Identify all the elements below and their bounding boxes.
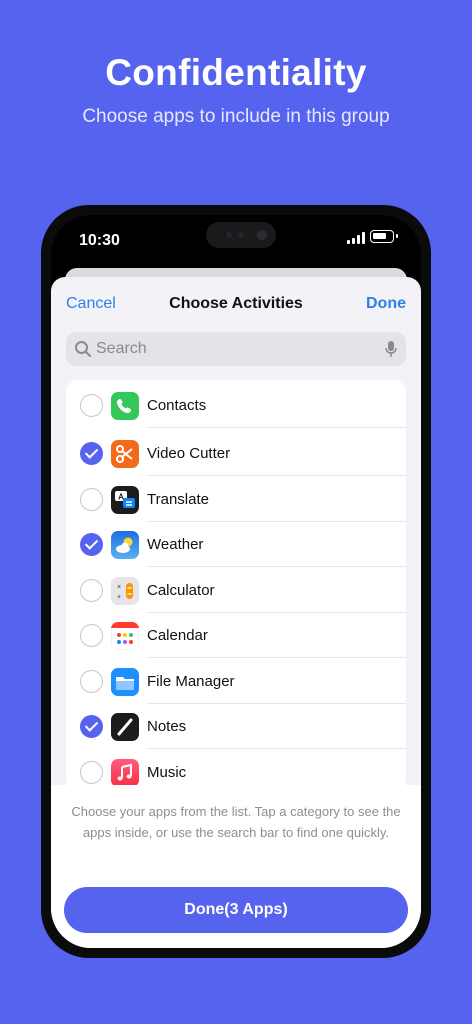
cancel-button[interactable]: Cancel bbox=[66, 295, 116, 313]
list-item-calculator[interactable]: × + Calculator bbox=[66, 568, 406, 613]
app-label: Translate bbox=[147, 491, 209, 508]
signal-icon bbox=[347, 232, 365, 244]
music-icon bbox=[111, 759, 139, 787]
app-list: Contacts Video Cutter A Translate Weathe… bbox=[66, 380, 406, 792]
done-apps-button[interactable]: Done(3 Apps) bbox=[64, 887, 408, 933]
list-item-file-manager[interactable]: File Manager bbox=[66, 659, 406, 704]
search-input[interactable] bbox=[96, 332, 376, 366]
checkbox[interactable] bbox=[80, 670, 103, 693]
calendar-icon bbox=[111, 622, 139, 650]
list-item-translate[interactable]: A Translate bbox=[66, 477, 406, 522]
search-bar bbox=[66, 332, 406, 366]
app-label: Notes bbox=[147, 718, 187, 735]
checkbox[interactable] bbox=[80, 488, 103, 511]
list-item-weather[interactable]: Weather bbox=[66, 522, 406, 567]
done-nav-button[interactable]: Done bbox=[366, 295, 406, 313]
notes-icon bbox=[111, 713, 139, 741]
checkbox-checked[interactable] bbox=[80, 715, 103, 738]
video-cutter-icon bbox=[111, 440, 139, 468]
contacts-icon bbox=[111, 392, 139, 420]
nav-bar: Choose Activities Cancel Done bbox=[51, 295, 421, 319]
hero-title: Confidentiality bbox=[105, 52, 367, 93]
list-item-contacts[interactable]: Contacts bbox=[66, 383, 406, 428]
list-item-calendar[interactable]: Calendar bbox=[66, 613, 406, 658]
checkbox[interactable] bbox=[80, 579, 103, 602]
hint-text: Choose your apps from the list. Tap a ca… bbox=[71, 804, 401, 840]
list-item-notes[interactable]: Notes bbox=[66, 704, 406, 749]
app-label: Calculator bbox=[147, 582, 215, 599]
app-label: Video Cutter bbox=[147, 445, 231, 462]
app-label: Music bbox=[147, 764, 187, 781]
checkbox-checked[interactable] bbox=[80, 533, 103, 556]
microphone-icon[interactable] bbox=[384, 340, 398, 358]
svg-text:×: × bbox=[117, 584, 121, 591]
bottom-panel: Choose your apps from the list. Tap a ca… bbox=[51, 785, 421, 948]
checkbox[interactable] bbox=[80, 624, 103, 647]
calculator-icon: × + bbox=[111, 577, 139, 605]
battery-icon bbox=[370, 230, 398, 243]
file-manager-icon bbox=[111, 668, 139, 696]
phone-screen: 10:30 Choose Activities Cancel Done Sear… bbox=[51, 215, 421, 948]
app-label: Contacts bbox=[147, 397, 207, 414]
app-label: Weather bbox=[147, 536, 204, 553]
status-time: 10:30 bbox=[79, 232, 120, 249]
checkbox-checked[interactable] bbox=[80, 442, 103, 465]
translate-icon: A bbox=[111, 486, 139, 514]
app-label: File Manager bbox=[147, 673, 235, 690]
camera-icon bbox=[257, 230, 267, 240]
dynamic-island bbox=[206, 222, 276, 248]
phone-frame: 10:30 Choose Activities Cancel Done Sear… bbox=[41, 205, 431, 958]
checkbox[interactable] bbox=[80, 394, 103, 417]
checkbox[interactable] bbox=[80, 761, 103, 784]
weather-icon bbox=[111, 531, 139, 559]
app-label: Calendar bbox=[147, 627, 208, 644]
search-icon bbox=[75, 341, 91, 357]
list-item-video-cutter[interactable]: Video Cutter bbox=[66, 431, 406, 476]
status-bar: 10:30 bbox=[51, 215, 421, 267]
hero-subtitle: Choose apps to include in this group bbox=[82, 106, 390, 127]
svg-text:+: + bbox=[117, 594, 121, 601]
